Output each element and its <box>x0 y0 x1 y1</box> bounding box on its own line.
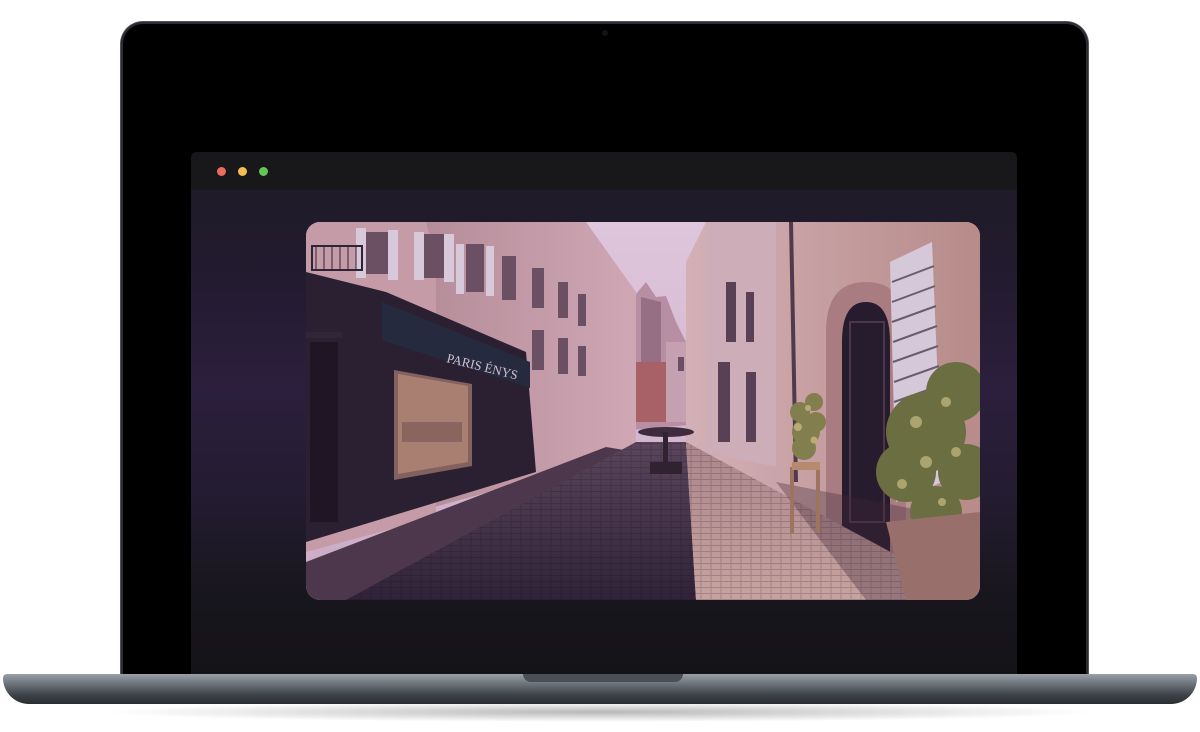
window-minimize-button[interactable] <box>238 167 247 176</box>
laptop-base <box>3 674 1197 704</box>
laptop-shadow <box>100 702 1100 722</box>
camera-icon <box>601 30 608 36</box>
laptop-hinge-notch <box>523 674 683 682</box>
window-titlebar[interactable] <box>191 152 1017 190</box>
window-close-button[interactable] <box>217 167 226 176</box>
window-maximize-button[interactable] <box>259 167 268 176</box>
laptop-mockup: PARIS ÉNYS <box>0 0 1200 732</box>
street-photo: PARIS ÉNYS <box>306 222 980 600</box>
